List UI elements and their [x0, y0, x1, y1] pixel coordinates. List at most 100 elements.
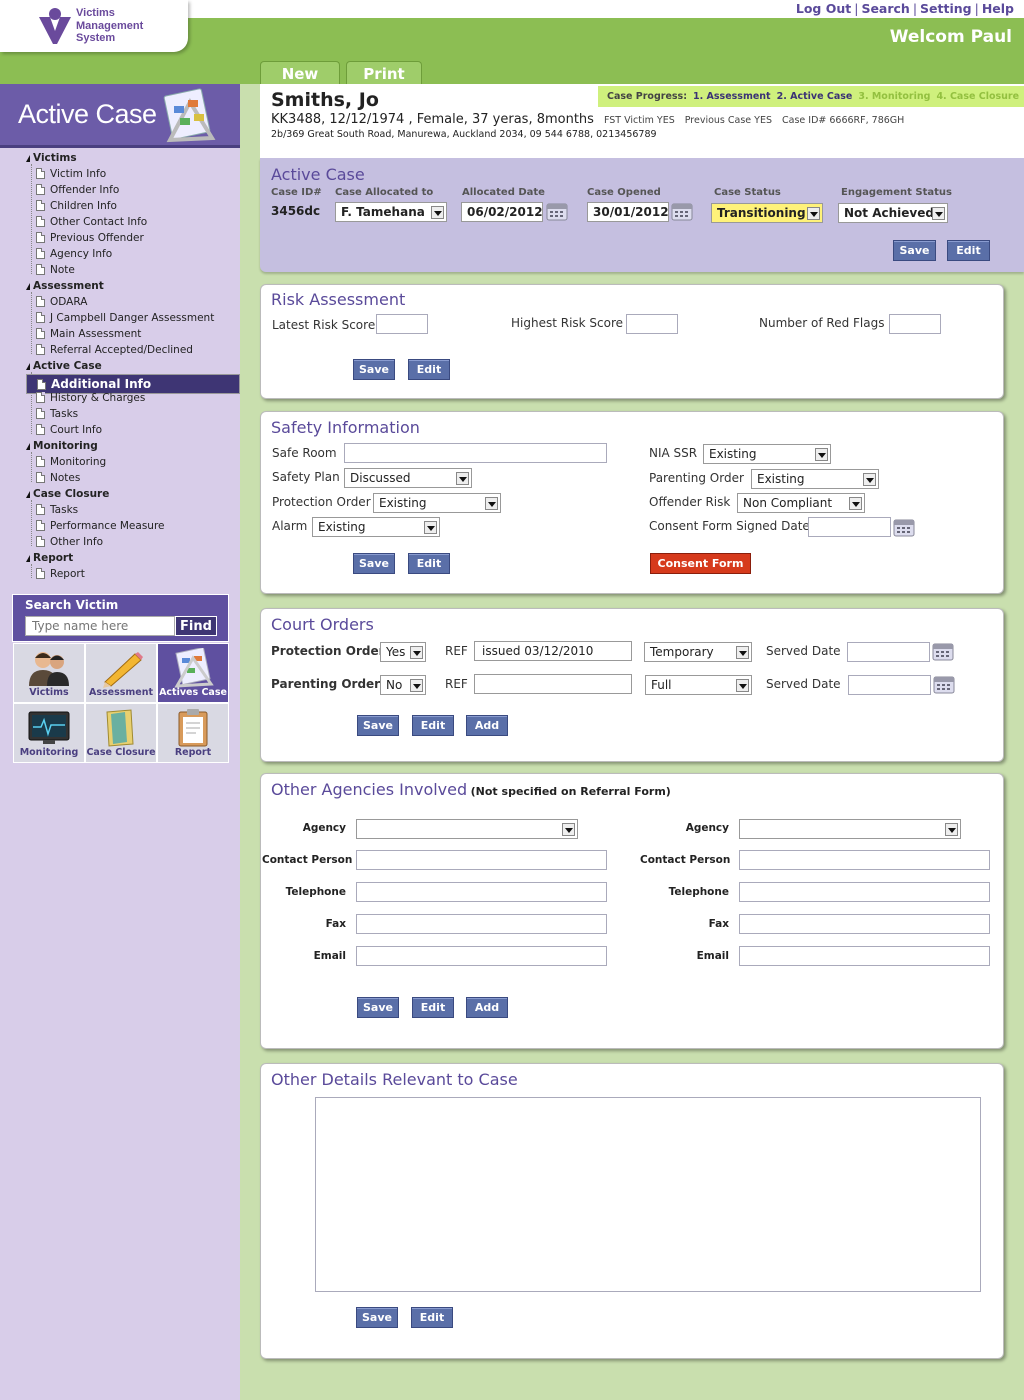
parenting-order-select[interactable]: Existing [751, 469, 879, 489]
tree-item-referral[interactable]: Referral Accepted/Declined [36, 343, 193, 359]
latest-risk-input[interactable] [376, 314, 428, 334]
tree-section-assessment[interactable]: Assessment [26, 280, 104, 292]
tree-item-report[interactable]: Report [36, 567, 85, 583]
court-protection-ref-input[interactable]: issued 03/12/2010 [474, 641, 632, 661]
court-edit-button[interactable]: Edit [412, 715, 454, 736]
court-protection-yesno[interactable]: Yes [380, 642, 426, 662]
court-save-button[interactable]: Save [357, 715, 399, 736]
tile-assessment[interactable]: Assessment [85, 643, 157, 703]
calendar-icon[interactable] [893, 517, 915, 537]
progress-step-assessment[interactable]: 1. Assessment [693, 91, 771, 102]
red-flags-input[interactable] [889, 314, 941, 334]
agency-select-right[interactable] [739, 819, 961, 839]
court-parenting-type-select[interactable]: Full [645, 675, 752, 695]
tab-new[interactable]: New [260, 61, 340, 85]
telephone-input-left[interactable] [356, 882, 607, 902]
tree-item-agency-info[interactable]: Agency Info [36, 247, 112, 263]
court-parenting-yesno[interactable]: No [380, 675, 426, 695]
risk-edit-button[interactable]: Edit [408, 359, 450, 380]
allocated-to-select[interactable]: F. Tamehana [335, 202, 447, 222]
details-save-button[interactable]: Save [356, 1307, 398, 1328]
tree-item-performance-measure[interactable]: Performance Measure [36, 519, 165, 535]
court-protection-served-input[interactable] [847, 642, 930, 662]
tile-victims[interactable]: Victims [13, 643, 85, 703]
engagement-status-select[interactable]: Not Achieved [838, 203, 948, 223]
tile-report[interactable]: Report [157, 703, 229, 763]
consent-form-button[interactable]: Consent Form [650, 553, 751, 574]
risk-save-button[interactable]: Save [353, 359, 395, 380]
court-parenting-ref-input[interactable] [474, 674, 632, 694]
tree-item-other-contact-info[interactable]: Other Contact Info [36, 215, 147, 231]
active-case-save-button[interactable]: Save [893, 240, 936, 261]
safety-save-button[interactable]: Save [353, 553, 395, 574]
case-status-select[interactable]: Transitioning [711, 203, 823, 223]
tree-section-victims[interactable]: Victims [26, 152, 77, 164]
allocated-date-input[interactable]: 06/02/2012 [461, 202, 543, 222]
nia-ssr-select[interactable]: Existing [703, 444, 831, 464]
tree-item-court-info[interactable]: Court Info [36, 423, 102, 439]
search-link[interactable]: Search [861, 1, 909, 16]
tab-print[interactable]: Print [346, 61, 422, 85]
contact-person-input-right[interactable] [739, 850, 990, 870]
fax-input-left[interactable] [356, 914, 607, 934]
agency-select-left[interactable] [356, 819, 578, 839]
find-button[interactable]: Find [175, 616, 217, 636]
progress-step-case-closure[interactable]: 4. Case Closure [936, 91, 1019, 102]
details-edit-button[interactable]: Edit [411, 1307, 453, 1328]
tree-item-closure-tasks[interactable]: Tasks [36, 503, 78, 519]
progress-step-active-case[interactable]: 2. Active Case [777, 91, 853, 102]
agencies-edit-button[interactable]: Edit [412, 997, 454, 1018]
agencies-add-button[interactable]: Add [466, 997, 508, 1018]
case-opened-input[interactable]: 30/01/2012 [587, 202, 669, 222]
tile-actives-case[interactable]: Actives Case [157, 643, 229, 703]
tree-item-children-info[interactable]: Children Info [36, 199, 117, 215]
court-protection-type-select[interactable]: Temporary [644, 642, 752, 662]
email-input-right[interactable] [739, 946, 990, 966]
logo[interactable]: Victims Management System [0, 0, 188, 52]
agencies-save-button[interactable]: Save [357, 997, 399, 1018]
tree-section-report[interactable]: Report [26, 552, 73, 564]
tree-item-victim-info[interactable]: Victim Info [36, 167, 106, 183]
calendar-icon[interactable] [671, 201, 693, 221]
tree-item-monitoring[interactable]: Monitoring [36, 455, 106, 471]
tree-section-monitoring[interactable]: Monitoring [26, 440, 98, 452]
setting-link[interactable]: Setting [920, 1, 972, 16]
tree-item-main-assessment[interactable]: Main Assessment [36, 327, 141, 343]
tree-section-active-case[interactable]: Active Case [26, 360, 102, 372]
highest-risk-input[interactable] [626, 314, 678, 334]
email-input-left[interactable] [356, 946, 607, 966]
tree-item-note[interactable]: Note [36, 263, 75, 279]
help-link[interactable]: Help [982, 1, 1014, 16]
progress-step-monitoring[interactable]: 3. Monitoring [858, 91, 930, 102]
tree-item-previous-offender[interactable]: Previous Offender [36, 231, 144, 247]
tree-item-campbell[interactable]: J Campbell Danger Assessment [36, 311, 214, 327]
fax-input-right[interactable] [739, 914, 990, 934]
calendar-icon[interactable] [932, 641, 954, 661]
offender-risk-select[interactable]: Non Compliant [737, 493, 865, 513]
tree-item-odara[interactable]: ODARA [36, 295, 87, 311]
protection-order-select[interactable]: Existing [373, 493, 501, 513]
telephone-input-right[interactable] [739, 882, 990, 902]
tree-item-tasks[interactable]: Tasks [36, 407, 78, 423]
safe-room-input[interactable] [344, 443, 607, 463]
active-case-edit-button[interactable]: Edit [947, 240, 990, 261]
tree-item-notes[interactable]: Notes [36, 471, 80, 487]
alarm-select[interactable]: Existing [312, 517, 440, 537]
contact-person-input-left[interactable] [356, 850, 607, 870]
court-add-button[interactable]: Add [466, 715, 508, 736]
other-details-textarea[interactable] [315, 1097, 981, 1292]
logout-link[interactable]: Log Out [796, 1, 851, 16]
safety-plan-select[interactable]: Discussed [344, 468, 472, 488]
search-victim-input[interactable] [25, 616, 175, 636]
calendar-icon[interactable] [546, 201, 568, 221]
court-parenting-served-input[interactable] [848, 675, 931, 695]
tree-item-history-charges[interactable]: History & Charges [36, 391, 145, 407]
safety-edit-button[interactable]: Edit [408, 553, 450, 574]
tree-section-case-closure[interactable]: Case Closure [26, 488, 109, 500]
calendar-icon[interactable] [933, 674, 955, 694]
tile-monitoring[interactable]: Monitoring [13, 703, 85, 763]
tree-item-offender-info[interactable]: Offender Info [36, 183, 119, 199]
tree-item-other-info[interactable]: Other Info [36, 535, 103, 551]
consent-date-input[interactable] [808, 517, 891, 537]
tile-case-closure[interactable]: Case Closure [85, 703, 157, 763]
